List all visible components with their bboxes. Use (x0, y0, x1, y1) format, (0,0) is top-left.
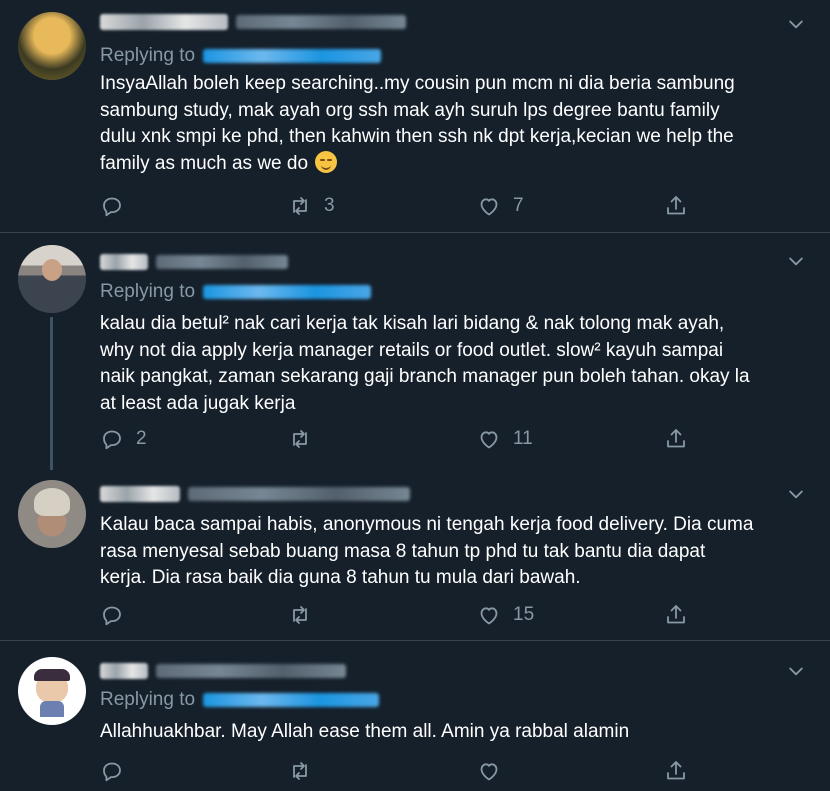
share-icon (667, 761, 685, 780)
tweet-text: Allahhuakhbar. May Allah ease them all. … (100, 721, 630, 742)
tweet-text: kalau dia betul² nak cari kerja tak kisa… (100, 313, 750, 414)
share-icon (667, 429, 685, 448)
relieved-face-emoji (315, 150, 338, 173)
reply-icon (103, 430, 121, 450)
tweet-text: InsyaAllah boleh keep searching..my cous… (100, 73, 735, 174)
like-button[interactable] (477, 757, 513, 785)
display-name[interactable] (100, 14, 228, 30)
tweet-1[interactable]: Replying to InsyaAllah boleh keep search… (0, 0, 830, 232)
handle-and-date (236, 15, 406, 29)
reply-icon (103, 606, 121, 626)
tweet-header (100, 10, 406, 34)
mention-link[interactable] (203, 285, 372, 299)
retweet-button[interactable] (288, 757, 324, 785)
like-button[interactable]: 11 (477, 425, 533, 453)
share-icon (667, 196, 685, 215)
chevron-down-icon[interactable] (786, 14, 806, 34)
display-name[interactable] (100, 663, 148, 679)
replying-to: Replying to (100, 280, 372, 304)
heart-icon (480, 763, 498, 781)
tweet-actions: 2 11 (100, 425, 700, 453)
avatar[interactable] (18, 657, 86, 725)
avatar[interactable] (18, 12, 86, 80)
heart-icon (480, 431, 498, 449)
retweet-button[interactable]: 3 (288, 192, 335, 220)
tweet-actions (100, 757, 700, 785)
share-button[interactable] (664, 601, 688, 629)
thread-line (50, 317, 53, 470)
share-icon (667, 605, 685, 624)
retweet-icon (293, 606, 307, 624)
retweet-button[interactable] (288, 425, 324, 453)
avatar[interactable] (18, 245, 86, 313)
retweet-icon (293, 430, 307, 448)
display-name[interactable] (100, 254, 148, 270)
tweet-actions: 15 (100, 601, 700, 629)
retweet-button[interactable] (288, 601, 324, 629)
tweet-header (100, 482, 410, 506)
replying-to: Replying to (100, 44, 382, 68)
chevron-down-icon[interactable] (786, 661, 806, 681)
retweet-icon (293, 762, 307, 780)
mention-link[interactable] (203, 49, 382, 63)
handle-and-date (156, 664, 346, 678)
share-button[interactable] (664, 757, 688, 785)
handle-and-date (156, 255, 288, 269)
tweet-text: Kalau baca sampai habis, anonymous ni te… (100, 514, 754, 588)
like-button[interactable]: 15 (477, 601, 534, 629)
heart-icon (480, 198, 498, 216)
tweet-actions: 3 7 (100, 192, 700, 220)
tweet-2[interactable]: Replying to kalau dia betul² nak cari ke… (0, 233, 830, 470)
reply-button[interactable]: 2 (100, 425, 147, 453)
replying-to: Replying to (100, 688, 380, 712)
tweet-4[interactable]: Replying to Allahhuakhbar. May Allah eas… (0, 641, 830, 791)
chevron-down-icon[interactable] (786, 484, 806, 504)
reply-button[interactable] (100, 601, 136, 629)
reply-button[interactable] (100, 192, 136, 220)
display-name[interactable] (100, 486, 180, 502)
chevron-down-icon[interactable] (786, 251, 806, 271)
reply-icon (103, 197, 121, 217)
retweet-icon (293, 197, 307, 215)
mention-link[interactable] (203, 693, 380, 707)
share-button[interactable] (664, 425, 688, 453)
tweet-header (100, 250, 288, 274)
like-button[interactable]: 7 (477, 192, 524, 220)
share-button[interactable] (664, 192, 688, 220)
heart-icon (480, 607, 498, 625)
tweet-header (100, 659, 346, 683)
handle-and-date (188, 487, 410, 501)
reply-button[interactable] (100, 757, 136, 785)
tweet-3[interactable]: Kalau baca sampai habis, anonymous ni te… (0, 470, 830, 640)
avatar[interactable] (18, 480, 86, 548)
reply-icon (103, 762, 121, 782)
